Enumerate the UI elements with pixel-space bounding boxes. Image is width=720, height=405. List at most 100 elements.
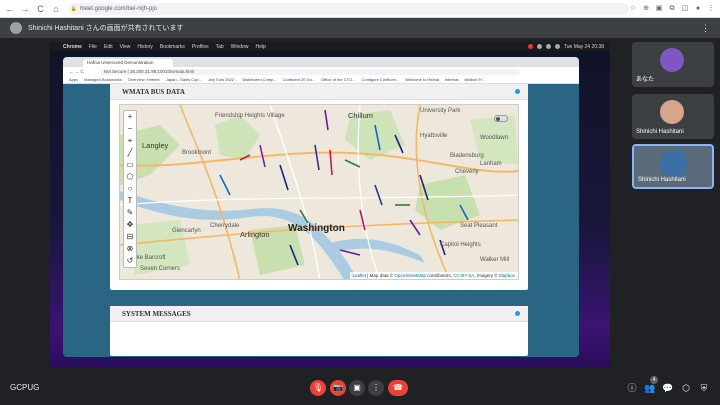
bookmark-item: Apps bbox=[69, 77, 79, 82]
page-content: WMATA BUS DATA Langley Friendship Height… bbox=[63, 84, 579, 357]
banner-menu-icon[interactable]: ⋮ bbox=[701, 23, 710, 34]
menubar-item-profiles: Profiles bbox=[191, 43, 209, 50]
osm-link[interactable]: OpenStreetMap bbox=[394, 273, 426, 278]
mapbox-link[interactable]: Mapbox bbox=[499, 273, 515, 278]
sidepanel-icon[interactable]: ◫ bbox=[681, 5, 689, 13]
circle-tool-icon[interactable]: ○ bbox=[128, 183, 133, 195]
participant-count-badge: 4 bbox=[650, 376, 658, 384]
map-label: Glencarlyn bbox=[172, 228, 201, 234]
map-label: Cherrydale bbox=[210, 223, 240, 229]
address-bar[interactable]: meet.google.com/bei-rxjh-pjo bbox=[67, 2, 629, 15]
browser-menu-icon[interactable]: ⋮ bbox=[707, 5, 715, 13]
zoom-in-button[interactable]: + bbox=[128, 111, 133, 123]
inner-browser-window: Hafnia Unsecured Demonstration ← → C Not… bbox=[63, 57, 579, 357]
polygon-tool-icon[interactable]: ⬠ bbox=[127, 171, 134, 183]
map-label: Walker Mill bbox=[480, 257, 510, 263]
delete-tool-icon[interactable]: ⊗ bbox=[127, 243, 134, 255]
zoom-out-button[interactable]: − bbox=[128, 123, 133, 135]
home-icon[interactable]: ⌂ bbox=[50, 3, 61, 15]
map-attribution: Leaflet | Map data © OpenStreetMap contr… bbox=[349, 272, 518, 279]
extension-icon[interactable]: ▣ bbox=[655, 5, 663, 13]
mic-toggle-button[interactable]: 🎙 bbox=[310, 380, 326, 396]
inner-address-bar: Not Secure | 35.200.31.98:10010/wmata.ht… bbox=[99, 68, 520, 75]
forward-icon[interactable]: → bbox=[19, 3, 30, 15]
bookmark-item: Configure Confluen... bbox=[361, 77, 400, 82]
bus-data-panel: WMATA BUS DATA Langley Friendship Height… bbox=[110, 84, 528, 290]
menubar-item-view: View bbox=[119, 43, 131, 50]
back-icon[interactable]: ← bbox=[4, 3, 15, 15]
status-icon bbox=[554, 43, 560, 49]
attribution-text: , Imagery © bbox=[474, 273, 499, 278]
bus-map[interactable]: Langley Friendship Heights Village Brook… bbox=[119, 104, 519, 280]
polyline-tool-icon[interactable]: ╱ bbox=[128, 147, 133, 159]
reload-icon[interactable]: C bbox=[35, 3, 46, 15]
meet-control-bar: GCPUG 🎙 📷 ▣ ⋮ ☎ ⓘ 👥 4 💬 ⬡ ⛨ bbox=[0, 370, 720, 405]
browser-extension-icons: ☆ ⊕ ▣ ⧉ ◫ ● ⋮ bbox=[629, 5, 720, 13]
rectangle-tool-icon[interactable]: ▭ bbox=[126, 159, 134, 171]
rotate-tool-icon[interactable]: ↺ bbox=[127, 255, 134, 267]
host-controls-icon[interactable]: ⛨ bbox=[698, 382, 710, 394]
extension-icon[interactable]: ⧉ bbox=[668, 5, 676, 13]
map-basemap bbox=[120, 105, 518, 279]
inner-tabstrip: Hafnia Unsecured Demonstration bbox=[63, 57, 579, 67]
menubar-item-edit: Edit bbox=[103, 43, 113, 50]
bookmark-item: Wiiiboh Fr... bbox=[464, 77, 486, 82]
participant-tile[interactable]: Shinichi Hashitani bbox=[632, 94, 714, 139]
bus-data-panel-header: WMATA BUS DATA bbox=[110, 84, 528, 100]
info-icon[interactable]: ⓘ bbox=[626, 382, 638, 394]
participant-name: あなた bbox=[636, 77, 655, 83]
map-label: Langley bbox=[142, 141, 169, 150]
presentation-banner: Shinichi Hashitani さんの画面が共有されています ⋮ bbox=[0, 18, 720, 38]
map-label: Brookmont bbox=[182, 150, 212, 156]
present-button[interactable]: ▣ bbox=[349, 380, 365, 396]
panel-title: WMATA BUS DATA bbox=[122, 87, 185, 96]
hangup-button[interactable]: ☎ bbox=[388, 380, 408, 396]
mac-clock: Tue May 24 20:38 bbox=[563, 43, 604, 50]
bookmark-item: Japan - Sales Cop... bbox=[165, 77, 202, 82]
chat-icon[interactable]: 💬 bbox=[662, 382, 674, 394]
participant-tile-self[interactable]: あなた bbox=[632, 42, 714, 87]
map-toggle-switch[interactable] bbox=[494, 115, 508, 122]
inner-bookmarks-bar: Apps Managed Bookmarks Overview: Heemh J… bbox=[63, 76, 579, 84]
participant-avatar bbox=[660, 100, 684, 124]
participant-tile-active[interactable]: Shinichi Hashitani bbox=[632, 144, 714, 189]
profile-avatar-icon[interactable]: ● bbox=[694, 5, 702, 13]
participant-avatar bbox=[660, 150, 688, 178]
map-label: Cheverly bbox=[455, 169, 479, 175]
marker-tool-icon[interactable]: ⌖ bbox=[128, 135, 133, 147]
bookmark-item: Internal bbox=[444, 77, 459, 82]
system-messages-header: SYSTEM MESSAGES bbox=[110, 306, 528, 322]
participant-name: Shinichi Hashitani bbox=[636, 129, 684, 135]
map-label: Friendship Heights Village bbox=[215, 113, 285, 119]
cut-tool-icon[interactable]: ⊟ bbox=[127, 231, 134, 243]
panel-title: SYSTEM MESSAGES bbox=[122, 309, 191, 318]
text-tool-icon[interactable]: T bbox=[128, 195, 133, 207]
license-link[interactable]: CC-BY-SA bbox=[453, 273, 474, 278]
status-icon bbox=[527, 43, 533, 49]
menubar-item-history: History bbox=[137, 43, 153, 50]
camera-toggle-button[interactable]: 📷 bbox=[330, 380, 346, 396]
leaflet-link[interactable]: Leaflet bbox=[353, 273, 367, 278]
map-label: Woodlawn bbox=[480, 135, 508, 141]
edit-tool-icon[interactable]: ✎ bbox=[127, 207, 134, 219]
activities-icon[interactable]: ⬡ bbox=[680, 382, 692, 394]
more-options-button[interactable]: ⋮ bbox=[368, 380, 384, 396]
outer-browser-toolbar: ← → C ⌂ meet.google.com/bei-rxjh-pjo ☆ ⊕… bbox=[0, 0, 720, 18]
attribution-text: | Map data © bbox=[366, 273, 395, 278]
menubar-item-window: Window bbox=[230, 43, 249, 50]
extension-icon[interactable]: ⊕ bbox=[642, 5, 650, 13]
map-label-washington: Washington bbox=[288, 223, 345, 234]
bookmark-star-icon[interactable]: ☆ bbox=[629, 5, 637, 13]
move-tool-icon[interactable]: ✥ bbox=[127, 219, 134, 231]
presentation-banner-text: Shinichi Hashitani さんの画面が共有されています bbox=[28, 25, 184, 32]
shared-screen: Chrome File Edit View History Bookmarks … bbox=[50, 42, 610, 368]
map-label: Seven Corners bbox=[140, 266, 181, 272]
map-label: Hyattsville bbox=[420, 133, 448, 139]
map-label: Chillum bbox=[348, 111, 374, 120]
status-icon bbox=[536, 43, 542, 49]
participant-avatar bbox=[660, 48, 684, 72]
menubar-item-help: Help bbox=[255, 43, 266, 50]
participant-name: Shinichi Hashitani bbox=[638, 177, 686, 183]
map-toolbar: + − ⌖ ╱ ▭ ⬠ ○ T ✎ ✥ ⊟ ⊗ ↺ bbox=[123, 110, 137, 268]
bookmark-item: Distributed Comp... bbox=[242, 77, 277, 82]
